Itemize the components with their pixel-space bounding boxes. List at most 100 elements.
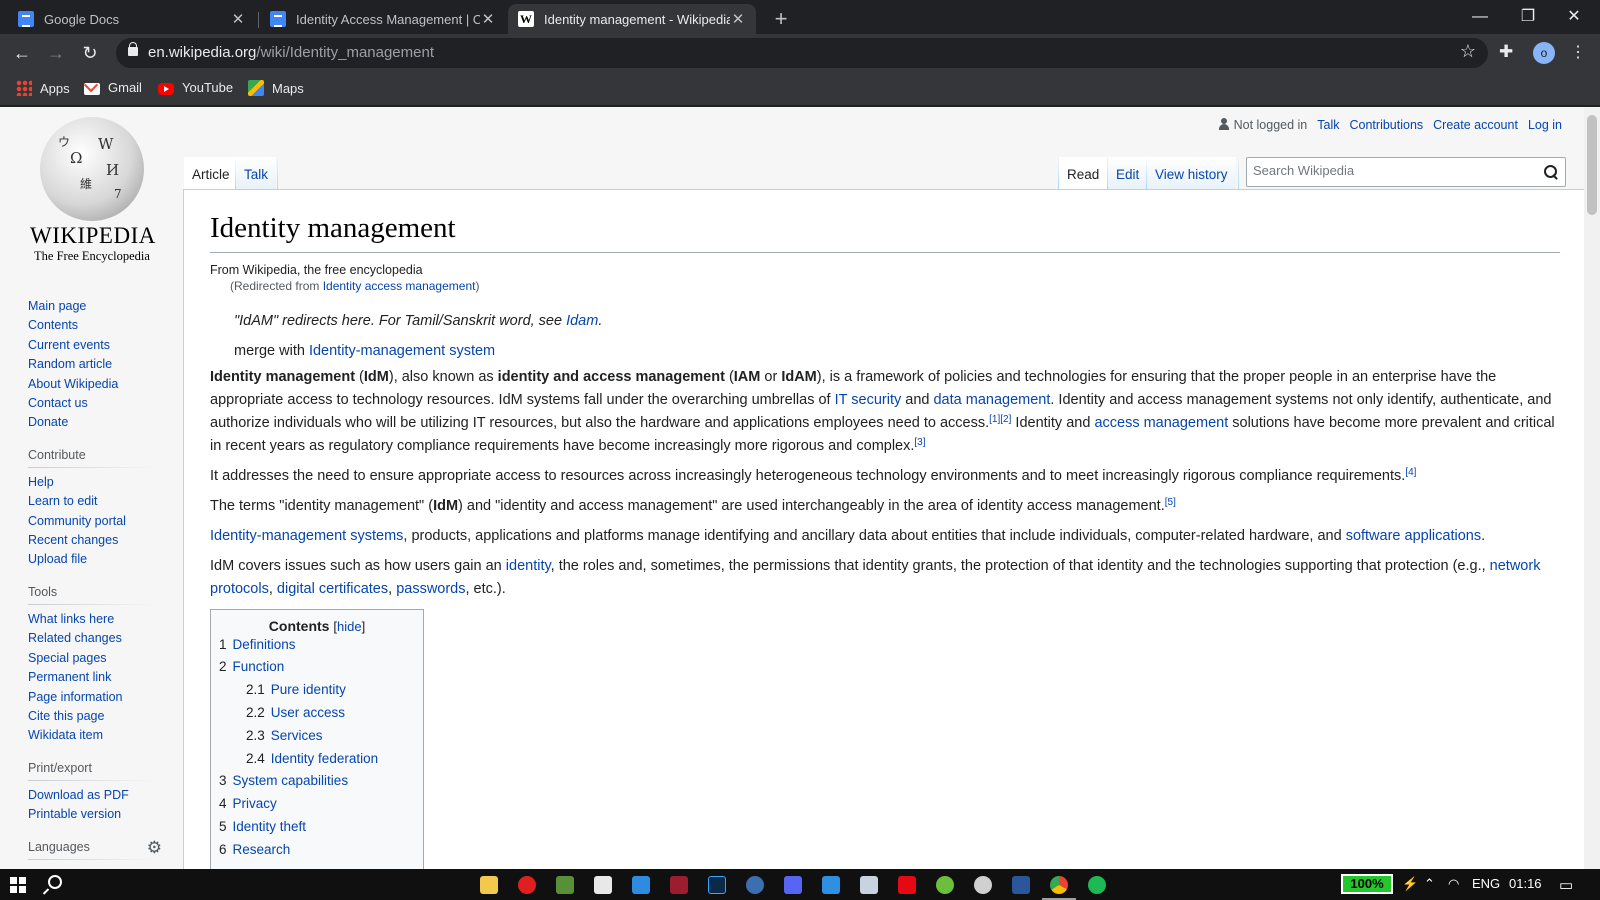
vivaldi-icon[interactable] bbox=[670, 876, 688, 894]
citation-ref[interactable]: [3] bbox=[914, 437, 925, 448]
sidebar-item-wikidata-item[interactable]: Wikidata item bbox=[28, 726, 156, 745]
chrome-icon[interactable] bbox=[1050, 876, 1068, 894]
sidebar-item-printable-version[interactable]: Printable version bbox=[28, 805, 156, 824]
bookmark-star-icon[interactable]: ☆ bbox=[1460, 41, 1476, 62]
search-icon[interactable] bbox=[1543, 164, 1559, 180]
sidebar-item-community-portal[interactable]: Community portal bbox=[28, 512, 156, 531]
sidebar-item-download-pdf[interactable]: Download as PDF bbox=[28, 786, 156, 805]
data-management-link[interactable]: data management bbox=[933, 392, 1050, 408]
minecraft-icon[interactable] bbox=[556, 876, 574, 894]
identity-link[interactable]: identity bbox=[506, 558, 551, 574]
sidebar-item-permanent-link[interactable]: Permanent link bbox=[28, 668, 156, 687]
toc-item[interactable]: 2 Function bbox=[219, 656, 415, 679]
toc-item[interactable]: 4 Privacy bbox=[219, 793, 415, 816]
opera-icon[interactable] bbox=[518, 876, 536, 894]
log-in-link[interactable]: Log in bbox=[1528, 118, 1562, 132]
create-account-link[interactable]: Create account bbox=[1433, 118, 1518, 132]
store-icon[interactable] bbox=[594, 876, 612, 894]
lock-icon[interactable] bbox=[128, 42, 138, 56]
toc-item[interactable]: 3 System capabilities bbox=[219, 770, 415, 793]
toc-item[interactable]: 2.4 Identity federation bbox=[246, 748, 415, 771]
sidebar-item-about[interactable]: About Wikipedia bbox=[28, 375, 156, 394]
sidebar-item-contents[interactable]: Contents bbox=[28, 316, 156, 335]
tab-read[interactable]: Read bbox=[1059, 157, 1108, 190]
sidebar-item-learn-to-edit[interactable]: Learn to edit bbox=[28, 492, 156, 511]
spotify-icon[interactable] bbox=[1088, 876, 1106, 894]
sidebar-item-recent-changes[interactable]: Recent changes bbox=[28, 531, 156, 550]
sidebar-item-main-page[interactable]: Main page bbox=[28, 297, 156, 316]
tab-talk[interactable]: Talk bbox=[236, 157, 277, 190]
sidebar-item-current-events[interactable]: Current events bbox=[28, 336, 156, 355]
it-security-link[interactable]: IT security bbox=[835, 392, 902, 408]
tab-article[interactable]: Article bbox=[184, 157, 238, 190]
wikipedia-search-input[interactable] bbox=[1253, 163, 1533, 178]
power-plug-icon[interactable]: ⚡ bbox=[1402, 876, 1418, 892]
passwords-link[interactable]: passwords bbox=[396, 581, 465, 597]
redirect-link[interactable]: Identity access management bbox=[323, 279, 476, 293]
notifications-icon[interactable]: ▭ bbox=[1559, 876, 1573, 894]
phone-app-icon[interactable] bbox=[632, 876, 650, 894]
close-icon[interactable]: ✕ bbox=[230, 10, 246, 28]
tab-google-docs[interactable]: Google Docs ✕ bbox=[8, 4, 256, 34]
tab-identity-management-wikipedia[interactable]: W Identity management - Wikipedia ✕ bbox=[508, 4, 756, 34]
back-button[interactable]: ← bbox=[10, 41, 34, 65]
identity-management-systems-link[interactable]: Identity-management systems bbox=[210, 528, 403, 544]
sidebar-item-what-links-here[interactable]: What links here bbox=[28, 610, 156, 629]
digital-certificates-link[interactable]: digital certificates bbox=[277, 581, 388, 597]
sidebar-item-help[interactable]: Help bbox=[28, 473, 156, 492]
wifi-icon[interactable]: ◠ bbox=[1448, 876, 1459, 892]
forward-button[interactable]: → bbox=[44, 41, 68, 65]
sidebar-item-donate[interactable]: Donate bbox=[28, 413, 156, 432]
toc-item[interactable]: 2.1 Pure identity bbox=[246, 679, 415, 702]
new-tab-button[interactable]: + bbox=[770, 6, 792, 32]
scrollbar-thumb[interactable] bbox=[1587, 115, 1597, 215]
bookmark-gmail[interactable]: Gmail bbox=[84, 80, 142, 95]
merge-link[interactable]: Identity-management system bbox=[309, 343, 495, 359]
box-3d-icon[interactable] bbox=[860, 876, 878, 894]
citation-ref[interactable]: [4] bbox=[1405, 467, 1416, 478]
toc-item[interactable]: 2.3 Services bbox=[246, 725, 415, 748]
close-window-button[interactable]: ✕ bbox=[1551, 4, 1597, 30]
address-bar[interactable]: en.wikipedia.org/wiki/Identity_managemen… bbox=[116, 38, 1488, 68]
sidebar-item-related-changes[interactable]: Related changes bbox=[28, 629, 156, 648]
minimize-button[interactable]: — bbox=[1457, 4, 1503, 30]
access-management-link[interactable]: access management bbox=[1094, 415, 1228, 431]
restore-button[interactable]: ❐ bbox=[1505, 4, 1551, 30]
settings-gear-icon[interactable] bbox=[974, 876, 992, 894]
toc-hide-toggle[interactable]: hide bbox=[337, 619, 362, 634]
mail-icon[interactable] bbox=[822, 876, 840, 894]
software-applications-link[interactable]: software applications bbox=[1346, 528, 1481, 544]
sidebar-item-page-information[interactable]: Page information bbox=[28, 688, 156, 707]
search-icon[interactable] bbox=[48, 875, 62, 889]
toc-item[interactable]: 1 Definitions bbox=[219, 634, 415, 657]
bookmark-maps[interactable]: Maps bbox=[248, 80, 304, 96]
url-text[interactable]: en.wikipedia.org/wiki/Identity_managemen… bbox=[148, 44, 434, 61]
idam-link[interactable]: Idam bbox=[566, 313, 598, 329]
close-icon[interactable]: ✕ bbox=[730, 10, 746, 28]
citation-ref[interactable]: [1][2] bbox=[989, 414, 1011, 425]
toc-item[interactable]: 6 Research bbox=[219, 839, 415, 862]
wikipedia-logo[interactable]: Ω W И 維 ウ 7 WIKIPEDIA The Free Encyclope… bbox=[30, 117, 155, 267]
extensions-puzzle-icon[interactable]: ✚ bbox=[1499, 42, 1513, 62]
sidebar-item-cite-this-page[interactable]: Cite this page bbox=[28, 707, 156, 726]
citation-ref[interactable]: [5] bbox=[1165, 497, 1176, 508]
sidebar-item-contact[interactable]: Contact us bbox=[28, 394, 156, 413]
browser-globe-icon[interactable] bbox=[746, 876, 764, 894]
photoshop-icon[interactable] bbox=[708, 876, 726, 894]
reload-button[interactable]: ↻ bbox=[78, 41, 102, 65]
file-explorer-icon[interactable] bbox=[480, 876, 498, 894]
battery-indicator[interactable]: 100% bbox=[1341, 874, 1393, 894]
utorrent-icon[interactable] bbox=[936, 876, 954, 894]
browser-menu-icon[interactable]: ⋮ bbox=[1570, 42, 1586, 62]
talk-link[interactable]: Talk bbox=[1317, 118, 1339, 132]
toc-item[interactable]: 2.2 User access bbox=[246, 702, 415, 725]
sidebar-item-upload-file[interactable]: Upload file bbox=[28, 550, 156, 569]
bookmark-apps[interactable]: Apps bbox=[16, 80, 70, 96]
chevron-up-icon[interactable]: ⌃ bbox=[1424, 876, 1435, 892]
tab-identity-access-management[interactable]: Identity Access Management | Ch ✕ bbox=[260, 4, 506, 34]
windows-start-icon[interactable] bbox=[10, 877, 26, 893]
page-scrollbar[interactable] bbox=[1584, 107, 1600, 869]
sidebar-item-special-pages[interactable]: Special pages bbox=[28, 649, 156, 668]
discord-icon[interactable] bbox=[784, 876, 802, 894]
tab-view-history[interactable]: View history bbox=[1147, 157, 1236, 190]
